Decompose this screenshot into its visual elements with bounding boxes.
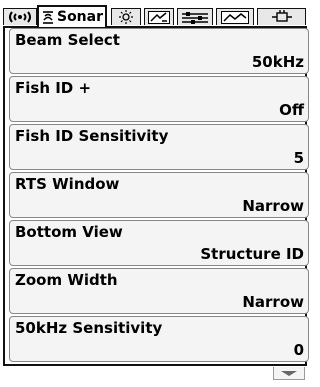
- menu-item-title: Zoom Width: [15, 271, 118, 289]
- accessories-icon: [271, 10, 292, 22]
- tab-chart[interactable]: [216, 8, 254, 25]
- tab-sonar-label: Sonar: [56, 9, 104, 25]
- tab-accessories[interactable]: [257, 8, 306, 25]
- menu-item-beam-select[interactable]: Beam Select 50kHz: [9, 28, 309, 74]
- setup-icon: [182, 11, 208, 24]
- sonar-menu-panel: Beam Select 50kHz Fish ID + Off Fish ID …: [3, 26, 309, 366]
- tab-setup[interactable]: [177, 8, 213, 25]
- menu-item-fish-id-plus[interactable]: Fish ID + Off: [9, 76, 309, 122]
- menu-item-rts-window[interactable]: RTS Window Narrow: [9, 172, 309, 218]
- tab-sonar-waves[interactable]: [3, 8, 37, 25]
- menu-item-title: Fish ID Sensitivity: [15, 127, 169, 145]
- menu-item-title: Beam Select: [15, 31, 120, 49]
- scroll-down-icon: [281, 371, 297, 376]
- menu-item-value: 50kHz: [251, 53, 304, 71]
- menu-item-50khz-sensitivity[interactable]: 50kHz Sensitivity 0: [9, 316, 309, 362]
- tab-sun[interactable]: [111, 8, 141, 25]
- menu-item-value: Off: [279, 101, 304, 119]
- menu-tab-bar: Sonar: [3, 4, 306, 27]
- tab-navigation[interactable]: [144, 8, 174, 25]
- navigation-icon: [148, 10, 170, 24]
- chart-icon: [221, 10, 249, 24]
- tab-sonar[interactable]: Sonar: [37, 5, 107, 27]
- menu-item-value: 5: [293, 149, 304, 167]
- scroll-down-button[interactable]: [273, 367, 305, 380]
- menu-item-bottom-view[interactable]: Bottom View Structure ID: [9, 220, 309, 266]
- menu-item-title: 50kHz Sensitivity: [15, 319, 163, 337]
- menu-item-fish-id-sensitivity[interactable]: Fish ID Sensitivity 5: [9, 124, 309, 170]
- menu-item-title: Fish ID +: [15, 79, 92, 97]
- sun-icon: [119, 10, 133, 24]
- menu-item-value: Narrow: [242, 293, 304, 311]
- sonar-icon: [42, 11, 53, 24]
- menu-item-title: RTS Window: [15, 175, 120, 193]
- menu-item-value: Narrow: [242, 197, 304, 215]
- sonar-waves-icon: [9, 11, 31, 23]
- menu-item-title: Bottom View: [15, 223, 123, 241]
- menu-item-zoom-width[interactable]: Zoom Width Narrow: [9, 268, 309, 314]
- menu-item-value: 0: [293, 341, 304, 359]
- menu-item-value: Structure ID: [200, 245, 304, 263]
